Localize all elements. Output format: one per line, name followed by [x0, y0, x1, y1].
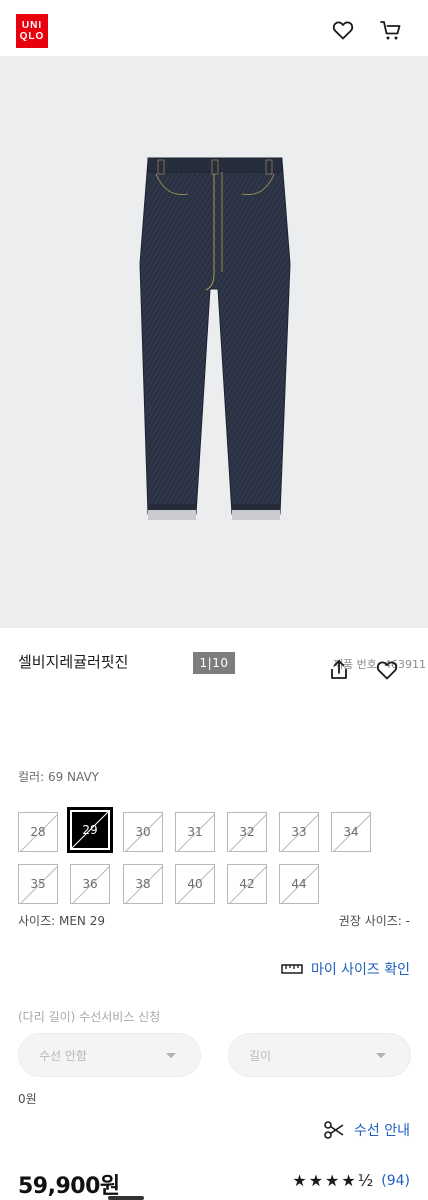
- alteration-guide-link[interactable]: 수선 안내: [324, 1120, 410, 1140]
- alteration-price: 0원: [18, 1092, 37, 1106]
- size-chip-42[interactable]: 42: [227, 864, 267, 904]
- size-chip-31[interactable]: 31: [175, 812, 215, 852]
- rating-summary[interactable]: ★★★★½ (94): [292, 1171, 410, 1190]
- scroll-indicator: [108, 1196, 144, 1200]
- scissors-icon: [324, 1121, 344, 1139]
- color-label: 컬러: 69 NAVY: [18, 770, 99, 784]
- size-chip-44[interactable]: 44: [279, 864, 319, 904]
- alteration-select[interactable]: 수선 안함: [18, 1033, 201, 1077]
- selected-size-label: 사이즈: MEN 29: [18, 914, 105, 928]
- product-image-gallery[interactable]: 1|10 제품 번호: 463911: [0, 56, 428, 674]
- uniqlo-logo[interactable]: UNI QLO: [16, 14, 48, 48]
- review-count: (94): [381, 1172, 410, 1189]
- size-chip-label: 44: [291, 877, 307, 891]
- size-chip-34[interactable]: 34: [331, 812, 371, 852]
- length-select[interactable]: 길이: [228, 1033, 411, 1077]
- product-image-jeans: [139, 157, 291, 520]
- size-chip-36[interactable]: 36: [70, 864, 110, 904]
- size-chip-label: 36: [82, 877, 98, 891]
- size-chip-38[interactable]: 38: [123, 864, 163, 904]
- size-chip-40[interactable]: 40: [175, 864, 215, 904]
- size-chip-label: 38: [135, 877, 151, 891]
- alteration-service-label: (다리 길이) 수선서비스 신청: [18, 1010, 161, 1024]
- chevron-down-icon: [166, 1053, 176, 1058]
- product-price: 59,900원: [18, 1174, 120, 1199]
- top-header: UNI QLO: [0, 0, 428, 56]
- my-size-link-label: 마이 사이즈 확인: [310, 962, 410, 978]
- share-icon[interactable]: [327, 658, 351, 682]
- size-chip-label: 33: [291, 825, 307, 839]
- logo-line-1: UNI: [21, 20, 43, 31]
- product-title: 셀비지레귤러핏진: [18, 653, 129, 671]
- size-chip-28[interactable]: 28: [18, 812, 58, 852]
- cart-icon[interactable]: [379, 18, 403, 42]
- size-chip-label: 32: [239, 825, 255, 839]
- alteration-guide-label: 수선 안내: [354, 1123, 410, 1139]
- size-chip-32[interactable]: 32: [227, 812, 267, 852]
- size-chip-29-selected[interactable]: 29: [67, 807, 113, 853]
- size-chip-label: 31: [187, 825, 203, 839]
- size-chip-label: 34: [343, 825, 359, 839]
- star-rating-icon: ★★★★½: [292, 1171, 376, 1190]
- size-chip-label: 40: [187, 877, 203, 891]
- heart-icon[interactable]: [331, 18, 355, 42]
- chevron-down-icon: [376, 1053, 386, 1058]
- gallery-pager: 1|10: [193, 652, 235, 674]
- my-size-link[interactable]: 마이 사이즈 확인: [281, 959, 410, 979]
- logo-line-2: QLO: [19, 31, 45, 42]
- favorite-heart-icon[interactable]: [375, 658, 399, 682]
- ruler-icon: [281, 964, 303, 974]
- alteration-select-value: 수선 안함: [39, 1048, 87, 1063]
- size-chip-label: 29: [82, 823, 98, 837]
- size-chip-label: 30: [135, 825, 151, 839]
- size-chip-33[interactable]: 33: [279, 812, 319, 852]
- recommended-size-label: 권장 사이즈: -: [338, 914, 410, 928]
- size-chip-label: 42: [239, 877, 255, 891]
- size-chip-label: 28: [30, 825, 46, 839]
- size-chip-label: 35: [30, 877, 46, 891]
- length-select-value: 길이: [249, 1048, 272, 1063]
- size-chip-35[interactable]: 35: [18, 864, 58, 904]
- size-chip-30[interactable]: 30: [123, 812, 163, 852]
